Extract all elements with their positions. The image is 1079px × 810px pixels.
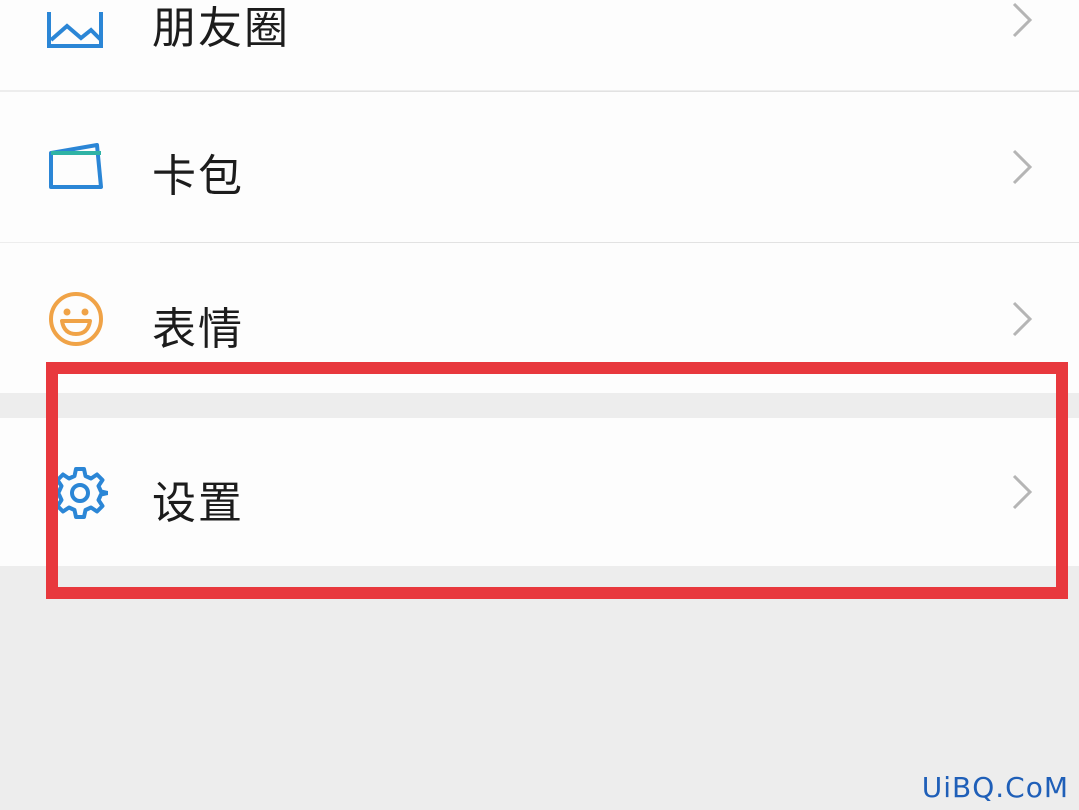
- card-wallet-icon: [46, 137, 106, 197]
- menu-item-stickers[interactable]: 表情: [0, 243, 1079, 393]
- menu-item-label: 卡包: [152, 151, 244, 202]
- chevron-right-icon: [1012, 149, 1033, 185]
- menu-item-label: 设置: [152, 478, 244, 529]
- chevron-right-icon: [1012, 301, 1033, 337]
- moments-image-icon: [46, 2, 106, 62]
- menu-item-cards[interactable]: 卡包: [0, 92, 1079, 242]
- gear-icon: [50, 463, 110, 523]
- menu-item-moments[interactable]: 朋友圈: [0, 0, 1079, 90]
- smiley-face-icon: [46, 289, 106, 349]
- chevron-right-icon: [1012, 474, 1033, 510]
- menu-item-settings[interactable]: 设置: [0, 418, 1079, 566]
- menu-item-label: 朋友圈: [152, 3, 290, 54]
- chevron-right-icon: [1012, 2, 1033, 38]
- menu-item-label: 表情: [152, 304, 244, 355]
- watermark: UiBQ.CoM: [921, 771, 1069, 804]
